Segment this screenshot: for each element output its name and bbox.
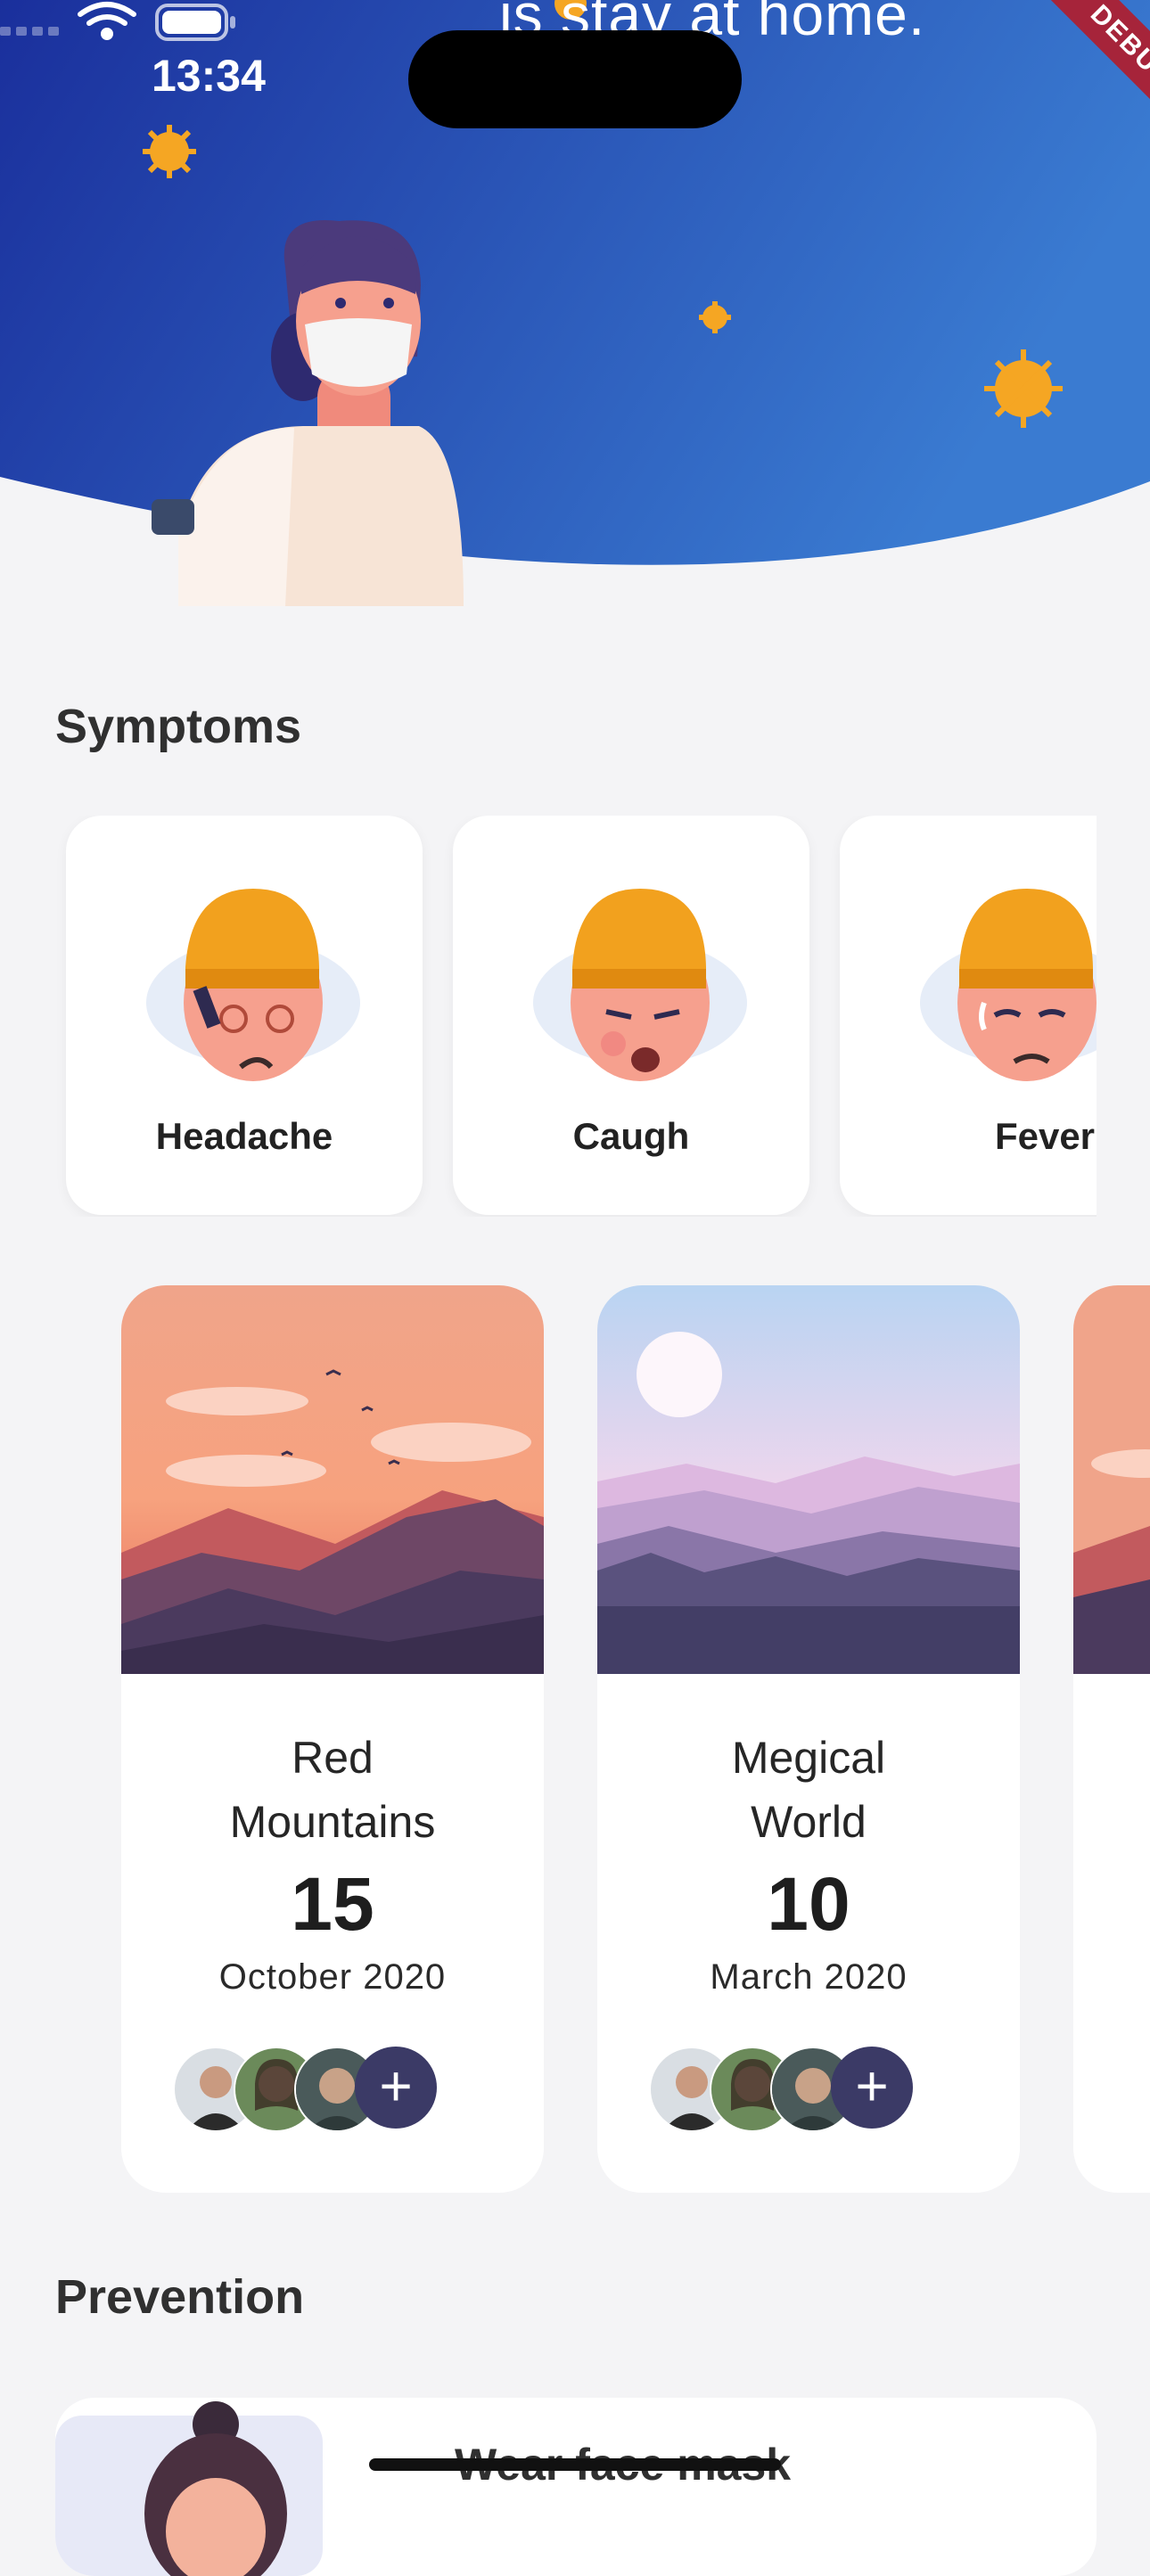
symptom-label: Fever xyxy=(994,1115,1096,1157)
partial-card-image xyxy=(1073,1285,1150,1674)
battery-icon xyxy=(155,4,235,41)
add-attendee-button[interactable]: + xyxy=(831,2047,913,2129)
wifi-icon xyxy=(78,2,136,40)
face-mask-illustration xyxy=(55,2401,323,2576)
fever-illustration xyxy=(920,889,1097,1081)
red-mountains-image xyxy=(121,1285,544,1674)
caugh-illustration xyxy=(533,889,747,1081)
status-time: 13:34 xyxy=(152,51,266,101)
megical-world-image xyxy=(597,1285,1020,1674)
prevention-title: Prevention xyxy=(55,2270,305,2324)
event-month: October 2020 xyxy=(218,1957,447,1997)
symptom-card-fever[interactable]: Fever xyxy=(840,816,1097,1215)
symptoms-title: Symptoms xyxy=(55,700,302,753)
event-card-megical-world[interactable]: Megical World 10 March 2020 + xyxy=(597,1285,1020,2193)
attendee-avatars[interactable]: + xyxy=(649,2047,916,2132)
symptom-card-headache[interactable]: Headache xyxy=(66,816,423,1215)
headache-illustration xyxy=(146,889,360,1081)
event-title: Red Mountains xyxy=(229,1733,436,1847)
home-indicator[interactable] xyxy=(369,2458,781,2471)
symptom-card-caugh[interactable]: Caugh xyxy=(453,816,809,1215)
status-icons xyxy=(0,2,235,41)
event-month: March 2020 xyxy=(710,1957,908,1997)
event-card-partial[interactable] xyxy=(1073,1285,1150,2193)
event-day: 10 xyxy=(767,1862,850,1946)
attendee-avatars[interactable]: + xyxy=(173,2047,440,2132)
event-card-red-mountains[interactable]: Red Mountains 15 October 2020 + xyxy=(121,1285,544,2193)
symptoms-list[interactable]: Headache Caugh Fever xyxy=(55,816,1097,1217)
symptom-label: Headache xyxy=(155,1115,333,1157)
event-title: Megical World xyxy=(731,1733,886,1847)
symptom-label: Caugh xyxy=(572,1115,690,1157)
dynamic-island xyxy=(408,30,742,128)
header-banner: is stay at home. 13:34 DEBUG xyxy=(0,0,1150,606)
event-day: 15 xyxy=(291,1862,374,1946)
signal-icon xyxy=(0,27,59,36)
add-attendee-button[interactable]: + xyxy=(355,2047,437,2129)
prevention-card-wear-face-mask[interactable]: Wear face mask xyxy=(55,2398,1097,2576)
